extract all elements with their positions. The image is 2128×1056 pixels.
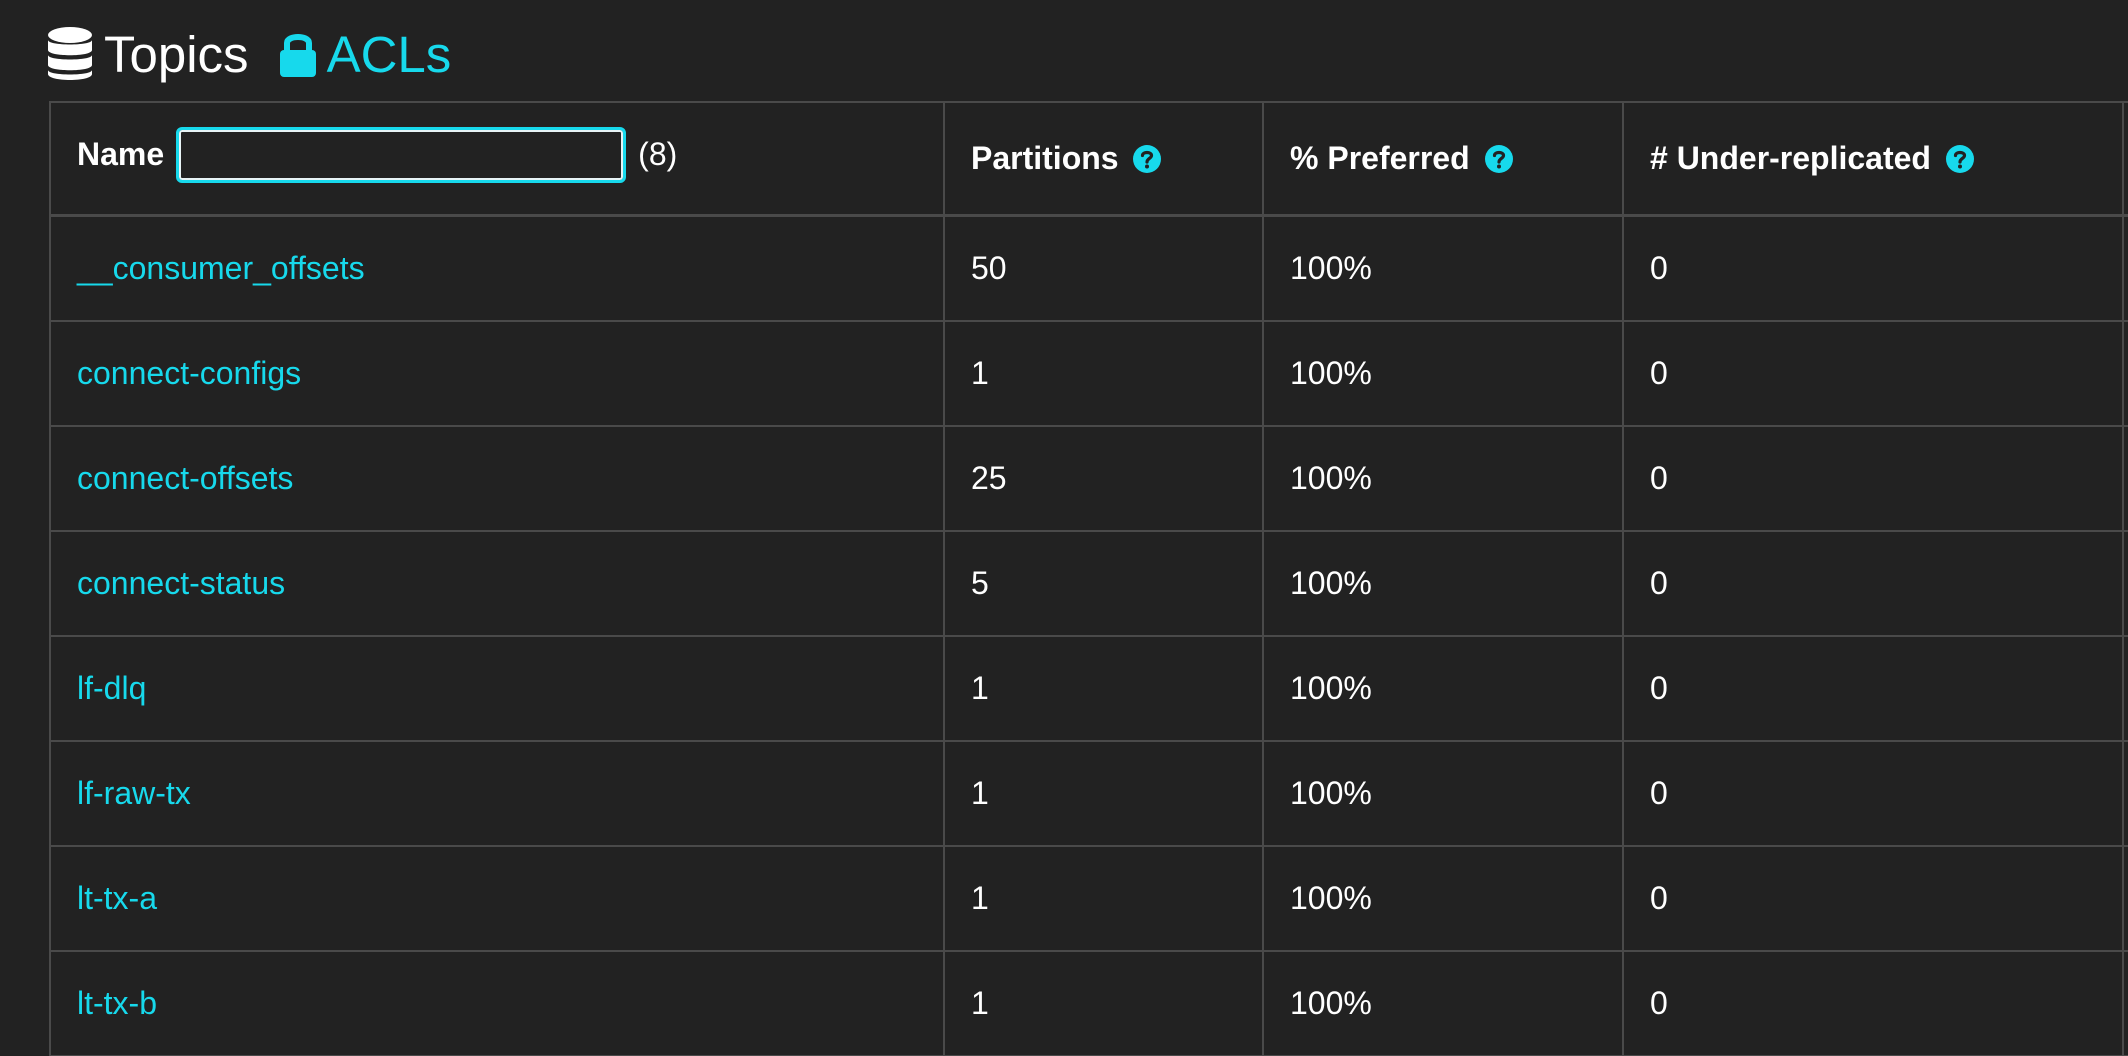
cell-preferred: 100%	[1262, 635, 1624, 742]
cell-topic-name: lt-tx-a	[49, 845, 945, 952]
topic-link[interactable]: lt-tx-b	[77, 985, 157, 1021]
cell-topic-name: lt-tx-b	[49, 950, 945, 1056]
topic-link[interactable]: lf-dlq	[77, 670, 146, 706]
topic-link[interactable]: connect-status	[77, 565, 285, 601]
cell-under-replicated: 0	[1622, 845, 2124, 952]
nav-topics-label: Topics	[104, 25, 249, 83]
cell-overflow	[2122, 950, 2128, 1056]
topic-count: (8)	[638, 136, 678, 172]
cell-partitions: 1	[943, 950, 1264, 1056]
topic-link[interactable]: connect-offsets	[77, 460, 293, 496]
cell-under-replicated: 0	[1622, 214, 2124, 322]
page-header: Topics ACLs	[46, 18, 451, 90]
table-row: lf-raw-tx 1 100% 0	[49, 740, 2128, 847]
cell-partitions: 1	[943, 845, 1264, 952]
topic-link[interactable]: __consumer_offsets	[77, 250, 365, 286]
topics-table: Name (8) Partitions % Preferred # Under-…	[49, 101, 2128, 1056]
cell-topic-name: lf-raw-tx	[49, 740, 945, 847]
cell-overflow	[2122, 845, 2128, 952]
column-header-preferred: % Preferred	[1262, 101, 1624, 217]
table-header-row: Name (8) Partitions % Preferred # Under-…	[49, 101, 2128, 217]
cell-preferred: 100%	[1262, 320, 1624, 427]
table-row: __consumer_offsets 50 100% 0	[49, 214, 2128, 322]
table-row: connect-configs 1 100% 0	[49, 320, 2128, 427]
partitions-help-icon[interactable]	[1133, 145, 1162, 173]
cell-under-replicated: 0	[1622, 950, 2124, 1056]
topics-page: Topics ACLs Name (8) Partitions % Prefer…	[0, 0, 2128, 1056]
cell-partitions: 1	[943, 635, 1264, 742]
table-row: connect-offsets 25 100% 0	[49, 425, 2128, 532]
database-icon	[46, 26, 94, 82]
cell-under-replicated: 0	[1622, 425, 2124, 532]
nav-acls-label: ACLs	[326, 25, 452, 83]
column-under-replicated-label: # Under-replicated	[1650, 140, 1931, 176]
cell-partitions: 1	[943, 740, 1264, 847]
column-preferred-label: % Preferred	[1290, 140, 1470, 176]
cell-preferred: 100%	[1262, 530, 1624, 637]
cell-preferred: 100%	[1262, 950, 1624, 1056]
cell-overflow	[2122, 530, 2128, 637]
column-header-overflow	[2122, 101, 2128, 217]
cell-under-replicated: 0	[1622, 320, 2124, 427]
table-row: lt-tx-b 1 100% 0	[49, 950, 2128, 1056]
table-row: lt-tx-a 1 100% 0	[49, 845, 2128, 952]
cell-preferred: 100%	[1262, 845, 1624, 952]
topic-link[interactable]: connect-configs	[77, 355, 301, 391]
nav-acls-link[interactable]: ACLs	[279, 25, 452, 83]
cell-topic-name: connect-offsets	[49, 425, 945, 532]
topic-filter-input[interactable]	[176, 126, 627, 183]
lock-icon	[279, 30, 317, 78]
cell-overflow	[2122, 425, 2128, 532]
cell-overflow	[2122, 740, 2128, 847]
cell-overflow	[2122, 320, 2128, 427]
column-partitions-label: Partitions	[971, 140, 1119, 176]
table-row: lf-dlq 1 100% 0	[49, 635, 2128, 742]
cell-partitions: 25	[943, 425, 1264, 532]
cell-topic-name: connect-configs	[49, 320, 945, 427]
cell-topic-name: __consumer_offsets	[49, 214, 945, 322]
cell-preferred: 100%	[1262, 425, 1624, 532]
cell-overflow	[2122, 214, 2128, 322]
cell-under-replicated: 0	[1622, 635, 2124, 742]
column-name-label: Name	[77, 136, 165, 172]
cell-overflow	[2122, 635, 2128, 742]
cell-under-replicated: 0	[1622, 530, 2124, 637]
column-header-partitions: Partitions	[943, 101, 1264, 217]
cell-partitions: 50	[943, 214, 1264, 322]
cell-topic-name: lf-dlq	[49, 635, 945, 742]
cell-under-replicated: 0	[1622, 740, 2124, 847]
cell-preferred: 100%	[1262, 740, 1624, 847]
column-header-under-replicated: # Under-replicated	[1622, 101, 2124, 217]
nav-topics[interactable]: Topics	[46, 26, 249, 82]
cell-topic-name: connect-status	[49, 530, 945, 637]
topic-link[interactable]: lf-raw-tx	[77, 775, 191, 811]
column-header-name: Name (8)	[49, 101, 945, 217]
under-replicated-help-icon[interactable]	[1945, 145, 1974, 173]
cell-partitions: 1	[943, 320, 1264, 427]
topic-link[interactable]: lt-tx-a	[77, 880, 157, 916]
table-row: connect-status 5 100% 0	[49, 530, 2128, 637]
topics-table-body: __consumer_offsets 50 100% 0 connect-con…	[49, 214, 2128, 1056]
preferred-help-icon[interactable]	[1484, 145, 1513, 173]
cell-partitions: 5	[943, 530, 1264, 637]
cell-preferred: 100%	[1262, 214, 1624, 322]
